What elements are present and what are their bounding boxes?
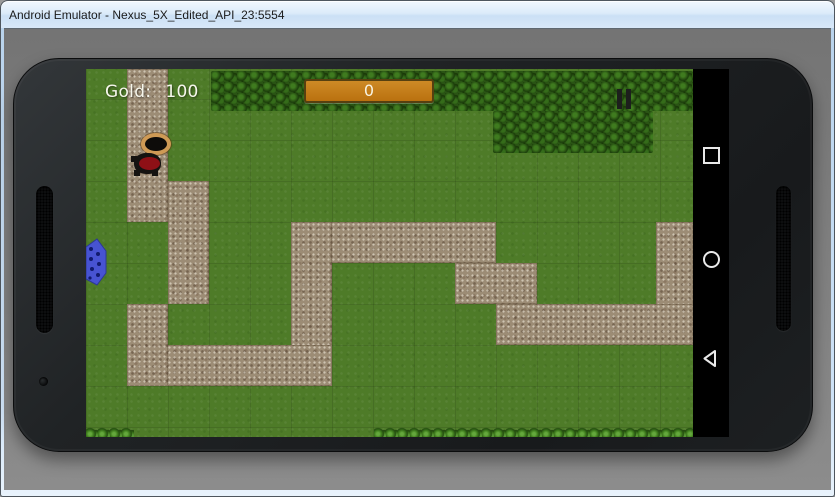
pause-bar [626,89,631,109]
phone-screen: Gold: 100 0 [86,69,729,437]
enemy-belly [139,157,160,170]
wave-counter: 0 [364,81,374,100]
phone-bezel: Gold: 100 0 [13,58,813,452]
back-triangle-icon[interactable] [702,349,717,368]
home-circle-icon[interactable] [703,251,720,268]
dirt-path-segment [496,304,693,345]
pause-icon[interactable] [617,89,632,109]
spawn-portal [86,238,108,286]
gold-display: Gold: 100 [105,82,199,102]
window-titlebar[interactable]: Android Emulator - Nexus_5X_Edited_API_2… [0,0,835,28]
spawn-hole [141,133,171,155]
pause-bar [617,89,622,109]
bush-row [374,425,693,437]
android-navbar [693,69,729,437]
bush-row [86,425,134,437]
tree-block [493,111,653,153]
recents-square-icon[interactable] [703,147,720,164]
camera-dot [39,377,48,386]
wave-progress-bar: 0 [304,79,434,103]
dirt-path-segment [455,263,537,304]
enemy-sprite [131,153,164,176]
window-title: Android Emulator - Nexus_5X_Edited_API_2… [9,1,285,29]
game-viewport[interactable]: Gold: 100 0 [86,69,693,437]
gold-value: 100 [165,82,198,102]
right-speaker-grille [776,186,791,331]
dirt-path-segment [127,304,168,386]
gold-label: Gold: [105,82,151,102]
dirt-path-segment [168,181,209,304]
left-speaker-grille [36,186,53,333]
emulator-window: Android Emulator - Nexus_5X_Edited_API_2… [0,0,835,497]
